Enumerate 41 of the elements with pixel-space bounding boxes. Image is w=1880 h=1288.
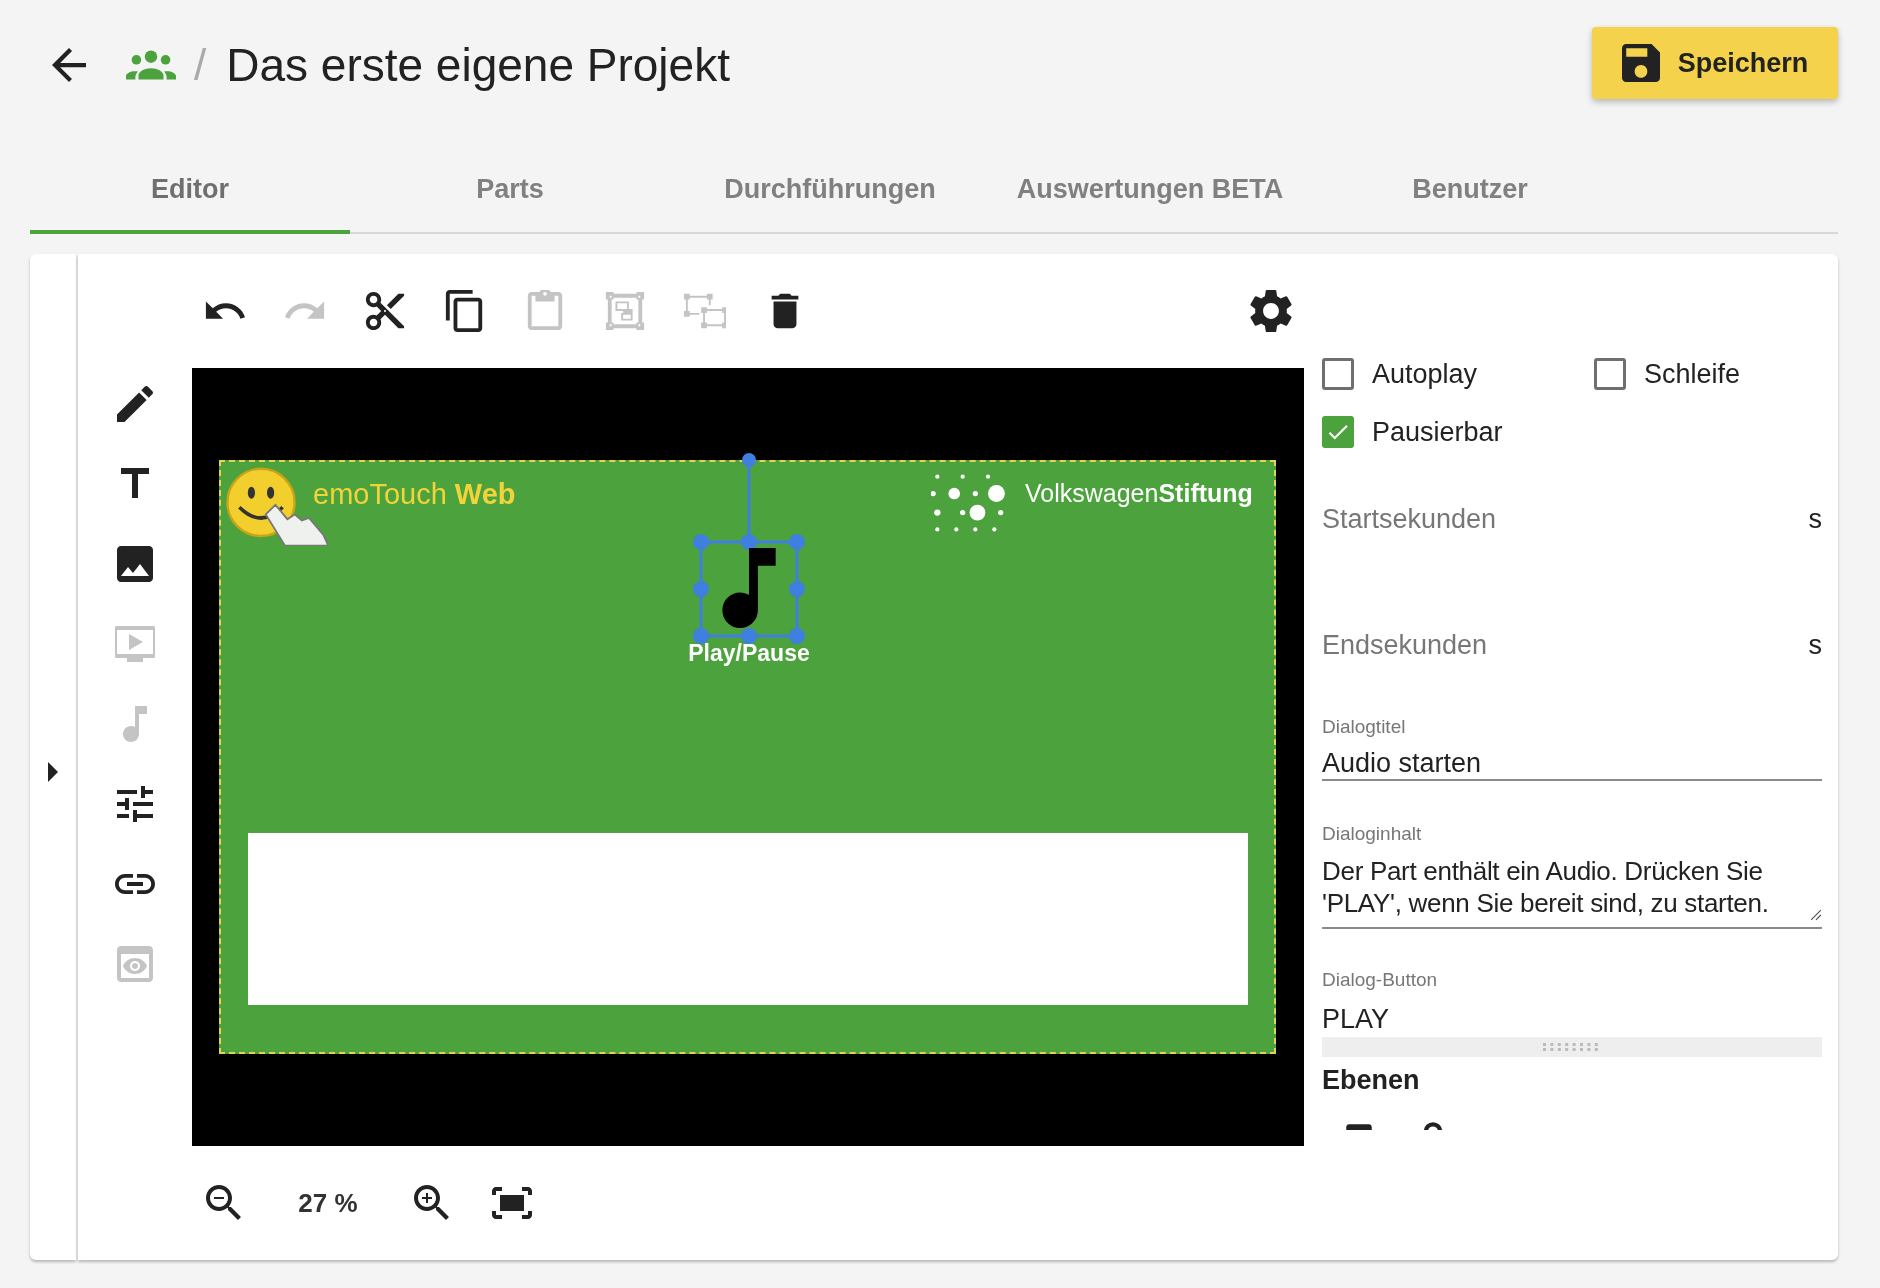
scissors-icon[interactable]	[364, 290, 406, 332]
breadcrumb-separator: /	[194, 40, 207, 90]
tab[interactable]: Benutzer	[1310, 148, 1630, 234]
zoom-level: 27 %	[297, 1187, 359, 1219]
checkbox[interactable]	[1322, 358, 1354, 390]
text-field[interactable]: PLAY	[1322, 1001, 1822, 1037]
layers-heading: Ebenen	[1322, 1065, 1421, 1096]
people-icon[interactable]	[126, 48, 176, 82]
field-label: Dialoginhalt	[1322, 823, 1423, 845]
unit-suffix: s	[1808, 504, 1822, 535]
text-field[interactable]: Audio starten	[1322, 748, 1822, 781]
save-button[interactable]: Speichern	[1592, 27, 1838, 99]
tab[interactable]: Parts	[350, 148, 670, 234]
settings-icon[interactable]	[1250, 289, 1292, 333]
zoom-out-icon[interactable]	[206, 1185, 242, 1221]
resize-grip-icon[interactable]	[1810, 909, 1822, 921]
drag-grip-icon[interactable]	[1543, 1043, 1601, 1051]
checkbox-label: Pausierbar	[1372, 416, 1503, 448]
pencil-icon[interactable]	[115, 384, 155, 424]
checkbox[interactable]	[1594, 358, 1626, 390]
project-title: Das erste eigene Projekt	[226, 38, 730, 92]
foundation-logo-text: VolkswagenStiftung	[1025, 479, 1253, 508]
tab[interactable]: Editor	[30, 148, 350, 234]
field-label: Dialog-Button	[1322, 969, 1439, 991]
sliders-icon[interactable]	[115, 784, 155, 824]
checkbox-label: Schleife	[1644, 358, 1741, 390]
tab[interactable]: Durchführungen	[670, 148, 990, 234]
checkbox-label: Autoplay	[1372, 358, 1478, 390]
image-icon[interactable]	[115, 544, 155, 584]
music-note-icon[interactable]	[719, 548, 779, 628]
textarea-field[interactable]: Der Part enthält ein Audio. Drücken Sie 'PLAY', wenn Sie bereit sind, zu starten.	[1322, 855, 1822, 929]
element-label: Play/Pause	[687, 640, 811, 667]
tab[interactable]: Auswertungen BETA	[990, 148, 1310, 234]
field-label: Dialogtitel	[1322, 716, 1407, 738]
checkbox[interactable]	[1322, 416, 1354, 448]
unit-suffix: s	[1808, 630, 1822, 661]
expand-caret-icon[interactable]	[48, 762, 58, 782]
emotouch-logo-text: emoTouch Web	[313, 478, 516, 511]
zoom-in-icon[interactable]	[414, 1185, 450, 1221]
back-arrow-icon[interactable]	[52, 48, 86, 82]
fit-screen-icon[interactable]	[492, 1186, 532, 1220]
